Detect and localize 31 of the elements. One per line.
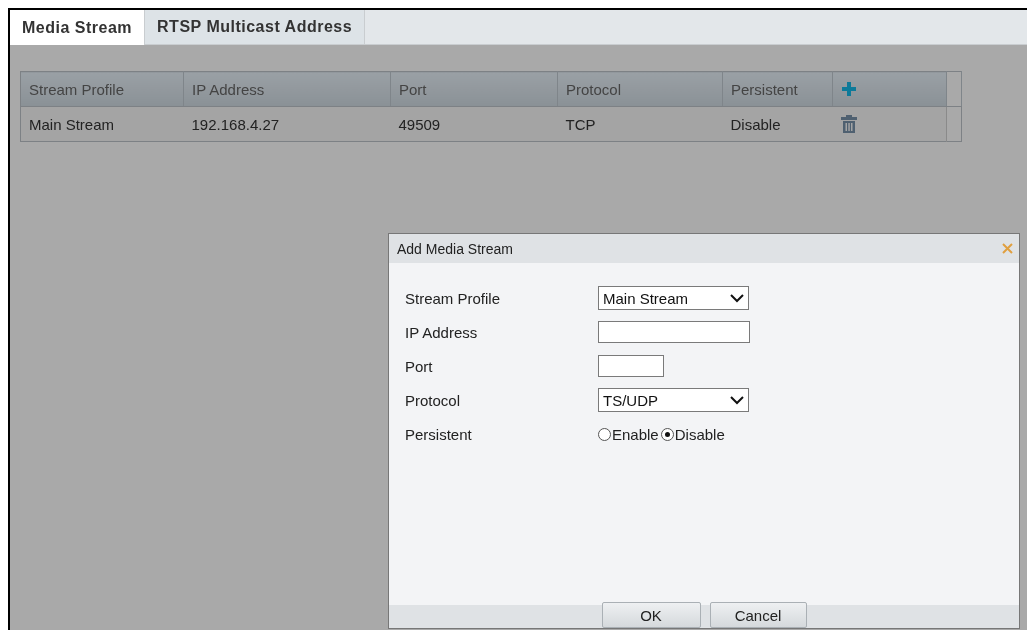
ok-button[interactable]: OK: [601, 602, 701, 628]
tab[interactable]: Media Stream: [10, 10, 146, 45]
dialog-title: Add Media Stream: [397, 240, 513, 257]
column-header: Stream Profile: [20, 71, 184, 107]
column-header: Persistent: [722, 71, 833, 107]
input-field[interactable]: [598, 355, 664, 377]
table-cell: 192.168.4.27: [183, 106, 391, 142]
chevron-down-icon: [730, 293, 744, 303]
radio-label: Enable: [612, 425, 659, 443]
tab[interactable]: RTSP Multicast Address: [145, 10, 366, 44]
table-cell: Main Stream: [20, 106, 184, 142]
table-cell: Disable: [722, 106, 833, 142]
radio-label: Disable: [674, 425, 725, 443]
chevron-down-icon: [730, 395, 744, 405]
trash-icon[interactable]: [840, 115, 857, 133]
radio-button[interactable]: [598, 427, 611, 441]
input-field[interactable]: [598, 321, 750, 343]
field-label: Stream Profile: [405, 289, 502, 307]
field-label: Port: [405, 357, 434, 375]
field-label: Protocol: [405, 391, 462, 409]
cancel-button[interactable]: Cancel: [709, 602, 807, 628]
field-label: IP Address: [405, 323, 479, 341]
column-header: Protocol: [557, 71, 723, 107]
column-header: Port: [390, 71, 558, 107]
column-header: IP Address: [183, 71, 391, 107]
dropdown[interactable]: TS/UDP: [598, 388, 749, 412]
radio-button[interactable]: [660, 427, 674, 441]
table-cell: 49509: [390, 106, 558, 142]
table-cell: TCP: [557, 106, 723, 142]
dropdown[interactable]: Main Stream: [598, 286, 749, 310]
field-label: Persistent: [405, 425, 473, 443]
